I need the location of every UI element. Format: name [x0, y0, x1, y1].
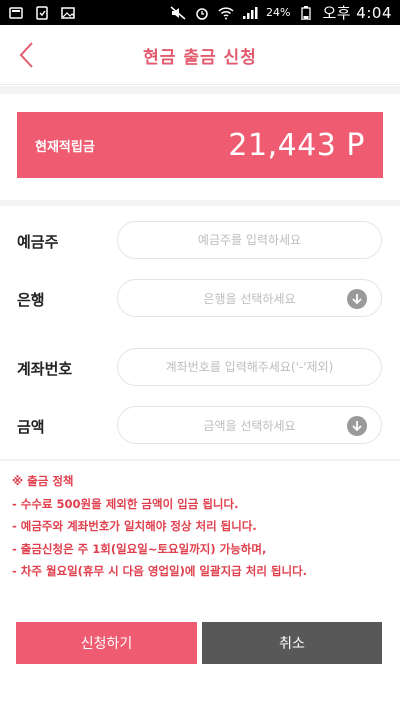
points-banner: 현재적립금 21,443 P	[17, 112, 383, 178]
amount-select-placeholder: 금액을 선택하세요	[203, 418, 296, 433]
mute-icon	[170, 5, 186, 20]
policy-item: - 수수료 500원을 제외한 금액이 입금 됩니다.	[12, 496, 239, 511]
form-row-amount: 금액 금액을 선택하세요	[0, 406, 400, 446]
status-bar: 24% 오후 4:04	[0, 0, 400, 25]
points-label: 현재적립금	[35, 139, 95, 155]
account-label: 계좌번호	[17, 360, 73, 378]
withdrawal-policy: ※ 출금 정책 - 수수료 500원을 제외한 금액이 입금 됩니다. - 예금…	[12, 470, 392, 583]
form-row-depositor: 예금주	[0, 221, 400, 261]
section-divider	[0, 86, 400, 94]
depositor-input[interactable]	[117, 221, 382, 259]
apply-button[interactable]: 신청하기	[16, 622, 197, 664]
gallery-icon	[60, 6, 76, 20]
page-title: 현금 출금 신청	[143, 48, 257, 68]
cancel-button[interactable]: 취소	[202, 622, 382, 664]
alarm-icon	[194, 6, 210, 20]
amount-label: 금액	[17, 418, 45, 436]
notification-icon	[8, 6, 24, 20]
signal-icon	[242, 6, 258, 20]
amount-select[interactable]: 금액을 선택하세요	[117, 406, 382, 444]
battery-icon	[298, 5, 314, 20]
section-divider	[0, 459, 400, 461]
section-divider	[0, 200, 400, 206]
wifi-icon	[218, 6, 234, 20]
form-row-bank: 은행 은행을 선택하세요	[0, 279, 400, 319]
form-row-account: 계좌번호	[0, 348, 400, 388]
policy-title: ※ 출금 정책	[12, 474, 74, 488]
status-time: 오후 4:04	[322, 4, 392, 22]
depositor-label: 예금주	[17, 233, 59, 251]
bank-select-placeholder: 은행을 선택하세요	[203, 291, 296, 306]
arrow-down-icon	[347, 289, 367, 309]
header: 현금 출금 신청	[0, 25, 400, 85]
arrow-down-icon	[347, 416, 367, 436]
bank-label: 은행	[17, 291, 45, 309]
policy-item: - 예금주와 계좌번호가 일치해야 정상 처리 됩니다.	[12, 519, 257, 533]
policy-item: - 출금신청은 주 1회(일요일~토요일까지) 가능하며,	[12, 541, 267, 556]
account-input[interactable]	[117, 348, 382, 386]
policy-item: - 차주 월요일(휴무 시 다음 영업일)에 일괄지급 처리 됩니다.	[12, 564, 308, 578]
bank-select[interactable]: 은행을 선택하세요	[117, 279, 382, 317]
sync-icon	[34, 5, 50, 20]
points-value: 21,443 P	[228, 127, 365, 163]
battery-percent: 24%	[265, 6, 291, 19]
